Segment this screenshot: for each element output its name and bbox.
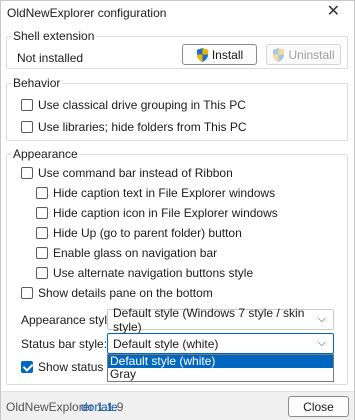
dropdown-option[interactable]: Default style (white) <box>108 355 333 368</box>
uac-shield-icon <box>196 47 208 62</box>
checkbox-box[interactable] <box>36 227 48 239</box>
checkbox-box[interactable] <box>36 267 48 279</box>
appearance-style-select[interactable]: Default style (Windows 7 style / skin st… <box>107 306 334 334</box>
window-close-icon[interactable]: ✕ <box>327 3 340 21</box>
command-bar-checkbox[interactable]: Use command bar instead of Ribbon <box>21 166 233 180</box>
window-title: OldNewExplorer configuration <box>7 6 167 20</box>
donate-link[interactable]: donate <box>81 400 118 414</box>
checkbox-box[interactable] <box>36 187 48 199</box>
checkbox-box[interactable] <box>36 207 48 219</box>
checkbox-label: Use command bar instead of Ribbon <box>38 166 233 180</box>
hide-up-button-checkbox[interactable]: Hide Up (go to parent folder) button <box>36 226 242 240</box>
checkbox-label: Show details pane on the bottom <box>38 286 213 300</box>
appearance-style-label: Appearance style: <box>21 313 118 327</box>
checkbox-label: Use classical drive grouping in This PC <box>38 98 246 112</box>
hide-caption-text-checkbox[interactable]: Hide caption text in File Explorer windo… <box>36 186 275 200</box>
checkbox-box-checked[interactable] <box>21 361 33 373</box>
checkbox-label: Hide Up (go to parent folder) button <box>53 226 242 240</box>
uac-shield-icon <box>273 47 285 62</box>
uninstall-button[interactable]: Uninstall <box>266 44 341 65</box>
checkbox-box[interactable] <box>21 99 33 111</box>
hide-caption-icon-checkbox[interactable]: Hide caption icon in File Explorer windo… <box>36 206 278 220</box>
footer-bar: OldNewExplorer 1.1.9 donate Close <box>1 391 354 420</box>
alternate-nav-buttons-checkbox[interactable]: Use alternate navigation buttons style <box>36 266 253 280</box>
appearance-style-value: Default style (Windows 7 style / skin st… <box>113 305 305 334</box>
status-bar-style-label: Status bar style: <box>21 337 108 351</box>
status-bar-style-dropdown-list[interactable]: Default style (white) Gray <box>107 354 334 382</box>
checkbox-label: Use libraries; hide folders from This PC <box>38 120 247 134</box>
chevron-down-icon: ⌵ <box>317 337 326 349</box>
enable-glass-checkbox[interactable]: Enable glass on navigation bar <box>36 246 217 260</box>
install-label: Install <box>211 47 244 62</box>
use-libraries-checkbox[interactable]: Use libraries; hide folders from This PC <box>21 120 247 134</box>
install-button[interactable]: Install <box>182 44 257 65</box>
close-label: Close <box>303 399 334 414</box>
checkbox-box[interactable] <box>21 167 33 179</box>
appearance-legend: Appearance <box>13 147 78 161</box>
checkbox-label: Hide caption text in File Explorer windo… <box>53 186 276 200</box>
checkbox-box[interactable] <box>36 247 48 259</box>
dropdown-option[interactable]: Gray <box>108 368 333 381</box>
checkbox-label: Use alternate navigation buttons style <box>53 266 254 280</box>
shell-extension-legend: Shell extension <box>13 29 95 43</box>
chevron-down-icon: ⌵ <box>317 313 326 325</box>
behavior-legend: Behavior <box>13 76 61 90</box>
checkbox-box[interactable] <box>21 121 33 133</box>
shell-status-text: Not installed <box>17 51 84 65</box>
details-pane-bottom-checkbox[interactable]: Show details pane on the bottom <box>21 286 213 300</box>
checkbox-box[interactable] <box>21 287 33 299</box>
uninstall-label: Uninstall <box>288 47 335 62</box>
classical-drive-grouping-checkbox[interactable]: Use classical drive grouping in This PC <box>21 98 246 112</box>
status-bar-style-value: Default style (white) <box>113 336 219 351</box>
title-bar: OldNewExplorer configuration ✕ <box>1 1 354 25</box>
config-window: OldNewExplorer configuration ✕ Shell ext… <box>0 0 355 420</box>
checkbox-label: Enable glass on navigation bar <box>53 246 218 260</box>
status-bar-style-select[interactable]: Default style (white) ⌵ <box>107 333 334 354</box>
close-button[interactable]: Close <box>288 396 349 417</box>
checkbox-label: Hide caption icon in File Explorer windo… <box>53 206 278 220</box>
